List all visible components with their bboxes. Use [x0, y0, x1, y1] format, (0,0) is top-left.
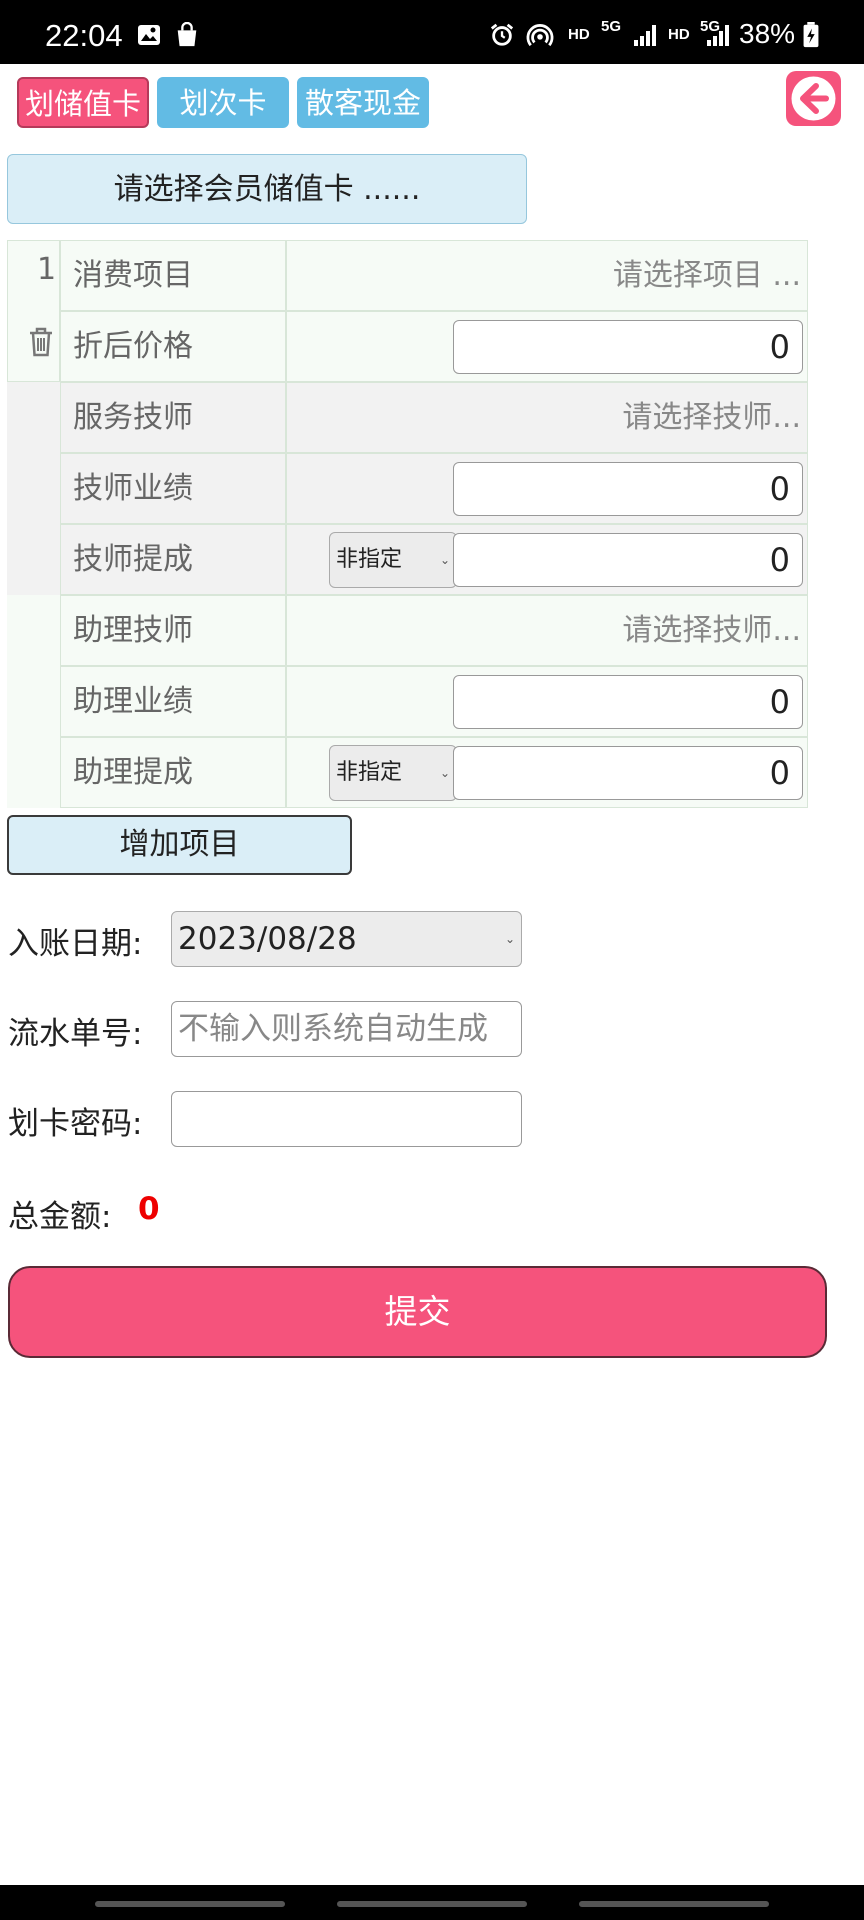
assistant-comm-type-value: 非指定 — [336, 760, 403, 785]
tab-walk-in-cash[interactable]: 散客现金 — [297, 77, 429, 128]
date-label: 入账日期: — [8, 926, 143, 962]
tech-comm-label: 技师提成 — [60, 524, 286, 595]
nav-pill-center[interactable] — [337, 1901, 527, 1907]
price-cell: 0 — [286, 311, 808, 382]
hd-indicator-2: HD — [668, 26, 690, 43]
submit-button[interactable]: 提交 — [8, 1266, 827, 1358]
nav-pill-left[interactable] — [95, 1901, 285, 1907]
serial-input[interactable]: 不输入则系统自动生成 — [171, 1001, 522, 1057]
chevron-down-icon: ⌄ — [439, 766, 450, 780]
consume-item-select[interactable]: 请选择项目 ... — [286, 240, 808, 311]
assistant-comm-row: 助理提成 非指定 ⌄ 0 — [7, 737, 808, 808]
serial-label: 流水单号: — [8, 1016, 143, 1052]
tech-select[interactable]: 请选择技师... — [286, 382, 808, 453]
assistant-perf-cell: 0 — [286, 666, 808, 737]
signal-icon-1 — [634, 25, 656, 46]
tech-placeholder: 请选择技师... — [622, 400, 801, 435]
alarm-icon — [490, 23, 514, 46]
tab-stored-value-card[interactable]: 划储值卡 — [17, 77, 149, 128]
status-time: 22:04 — [45, 18, 123, 53]
hd-indicator-1: HD — [568, 26, 590, 43]
price-input[interactable]: 0 — [453, 320, 803, 374]
gallery-icon — [138, 25, 160, 45]
assistant-row: 助理技师 请选择技师... — [7, 595, 808, 666]
chevron-down-icon: ⌄ — [504, 932, 515, 946]
price-row: 折后价格 0 — [7, 311, 808, 382]
assistant-comm-input[interactable]: 0 — [453, 746, 803, 800]
tech-perf-cell: 0 — [286, 453, 808, 524]
nav-pill-right[interactable] — [579, 1901, 769, 1907]
assistant-comm-label: 助理提成 — [60, 737, 286, 808]
consume-item-label: 消费项目 — [60, 240, 286, 311]
arrow-left-icon — [791, 76, 836, 121]
password-label: 划卡密码: — [8, 1106, 143, 1142]
assistant-label: 助理技师 — [60, 595, 286, 666]
total-amount: 0 — [138, 1191, 160, 1227]
assistant-comm-type-select[interactable]: 非指定 ⌄ — [329, 745, 457, 801]
network-5g-1: 5G — [601, 18, 622, 35]
tech-comm-row: 技师提成 非指定 ⌄ 0 — [7, 524, 808, 595]
chevron-down-icon: ⌄ — [439, 553, 450, 567]
signal-icon-2 — [707, 25, 729, 46]
password-input[interactable] — [171, 1091, 522, 1147]
battery-charging-icon — [803, 22, 819, 48]
assistant-placeholder: 请选择技师... — [622, 613, 801, 648]
total-label: 总金额: — [8, 1199, 112, 1235]
add-item-button[interactable]: 增加项目 — [7, 815, 352, 875]
consume-item-placeholder: 请选择项目 ... — [612, 258, 801, 293]
tech-comm-cell: 非指定 ⌄ 0 — [286, 524, 808, 595]
member-card-select-button[interactable]: 请选择会员储值卡 ...... — [7, 154, 527, 224]
consume-item-row: 消费项目 请选择项目 ... — [7, 240, 808, 311]
system-nav-bar — [0, 1885, 864, 1920]
date-select[interactable]: 2023/08/28 ⌄ — [171, 911, 522, 967]
back-button[interactable] — [786, 71, 841, 126]
tech-perf-label: 技师业绩 — [60, 453, 286, 524]
tech-perf-row: 技师业绩 0 — [7, 453, 808, 524]
assistant-comm-cell: 非指定 ⌄ 0 — [286, 737, 808, 808]
tech-comm-type-select[interactable]: 非指定 ⌄ — [329, 532, 457, 588]
hotspot-icon — [526, 24, 554, 47]
assistant-perf-row: 助理业绩 0 — [7, 666, 808, 737]
tech-perf-input[interactable]: 0 — [453, 462, 803, 516]
tech-comm-input[interactable]: 0 — [453, 533, 803, 587]
battery-percent: 38% — [739, 18, 796, 49]
tab-count-card[interactable]: 划次卡 — [157, 77, 289, 128]
tech-row: 服务技师 请选择技师... — [7, 382, 808, 453]
tech-comm-type-value: 非指定 — [336, 547, 403, 572]
assistant-perf-label: 助理业绩 — [60, 666, 286, 737]
assistant-perf-input[interactable]: 0 — [453, 675, 803, 729]
date-value: 2023/08/28 — [178, 921, 357, 957]
status-bar: 22:04 HD 5G HD 5G 38% — [0, 0, 864, 64]
tech-label: 服务技师 — [60, 382, 286, 453]
shopping-bag-icon — [177, 22, 197, 47]
assistant-select[interactable]: 请选择技师... — [286, 595, 808, 666]
price-label: 折后价格 — [60, 311, 286, 382]
